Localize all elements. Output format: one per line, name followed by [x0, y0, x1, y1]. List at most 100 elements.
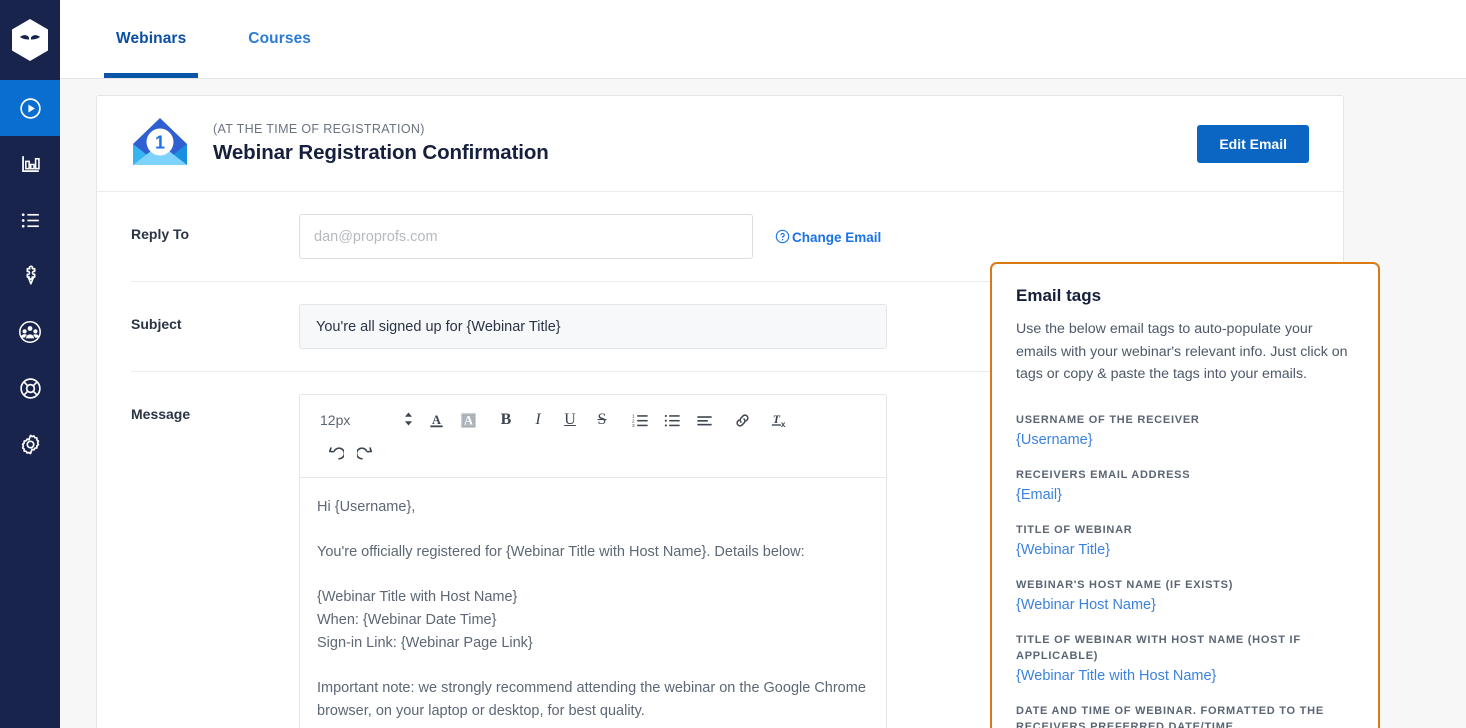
unordered-list-button[interactable]: [656, 405, 688, 435]
users-group-icon: [17, 319, 43, 345]
text-color-icon: A: [427, 411, 446, 430]
envelope-badge-icon-wrap: 1: [129, 110, 191, 177]
redo-icon: [357, 445, 376, 464]
sidebar-item-reports[interactable]: [0, 136, 60, 192]
reply-to-label: Reply To: [131, 214, 299, 242]
underline-icon: U: [564, 411, 576, 429]
tab-webinars-label: Webinars: [116, 30, 186, 48]
tab-courses[interactable]: Courses: [236, 0, 323, 78]
nav-tabs: Webinars Courses: [60, 0, 1466, 78]
tag-value-email[interactable]: {Email}: [1016, 487, 1354, 503]
main-content: 1 (AT THE TIME OF REGISTRATION) Webinar …: [60, 79, 1466, 728]
font-size-value: 12px: [320, 412, 350, 428]
tag-key: WEBINAR'S HOST NAME (IF EXISTS): [1016, 577, 1354, 593]
email-tags-title: Email tags: [1016, 286, 1354, 306]
proprofs-hexagon-logo-icon: [10, 18, 50, 62]
align-icon: [695, 411, 714, 430]
top-navigation-bar: Webinars Courses: [60, 0, 1466, 79]
tab-webinars[interactable]: Webinars: [104, 0, 198, 78]
message-details-block: {Webinar Title with Host Name} When: {We…: [317, 586, 869, 655]
link-icon: [733, 411, 752, 430]
highlight-color-icon: A: [459, 411, 478, 430]
message-note: Important note: we strongly recommend at…: [317, 677, 869, 723]
font-size-stepper-icon[interactable]: [403, 411, 414, 430]
tag-value-username[interactable]: {Username}: [1016, 432, 1354, 448]
list-icon: [18, 208, 43, 233]
bar-chart-icon: [18, 152, 43, 177]
puzzle-icon: [18, 264, 43, 289]
tag-group: RECEIVERS EMAIL ADDRESS {Email}: [1016, 467, 1354, 503]
svg-text:T: T: [773, 412, 781, 426]
clear-format-icon: T x: [770, 411, 790, 430]
editor-toolbar-row-2: [312, 439, 874, 469]
email-tags-panel: Email tags Use the below email tags to a…: [990, 262, 1380, 728]
sidebar-item-webinars[interactable]: [0, 80, 60, 136]
font-size-select[interactable]: 12px: [312, 411, 420, 430]
strikethrough-button[interactable]: S: [586, 405, 618, 435]
question-circle-icon: [775, 229, 790, 245]
bold-button[interactable]: B: [490, 405, 522, 435]
card-eyebrow: (AT THE TIME OF REGISTRATION): [213, 122, 1197, 136]
subject-label: Subject: [131, 304, 299, 332]
tag-group: TITLE OF WEBINAR {Webinar Title}: [1016, 522, 1354, 558]
editor-toolbar: 12px: [300, 395, 886, 478]
bold-icon: B: [501, 411, 512, 429]
message-intro: You're officially registered for {Webina…: [317, 541, 869, 564]
card-header-text: (AT THE TIME OF REGISTRATION) Webinar Re…: [213, 122, 1197, 165]
subject-input[interactable]: [299, 304, 887, 349]
unordered-list-icon: [663, 411, 682, 430]
app-root: Webinars Courses 1: [0, 0, 1466, 728]
ordered-list-button[interactable]: 1 2 3: [624, 405, 656, 435]
sidebar-item-settings[interactable]: [0, 416, 60, 472]
tab-courses-label: Courses: [248, 30, 311, 48]
tag-key: RECEIVERS EMAIL ADDRESS: [1016, 467, 1354, 483]
tag-value-webinar-host-name[interactable]: {Webinar Host Name}: [1016, 597, 1354, 613]
underline-button[interactable]: U: [554, 405, 586, 435]
app-logo[interactable]: [0, 0, 60, 80]
rich-text-editor: 12px: [299, 394, 887, 728]
play-circle-icon: [18, 96, 43, 121]
highlight-color-button[interactable]: A: [452, 405, 484, 435]
reply-to-field-wrap: Change Email: [299, 214, 1309, 259]
card-header: 1 (AT THE TIME OF REGISTRATION) Webinar …: [97, 96, 1343, 192]
tag-value-webinar-title[interactable]: {Webinar Title}: [1016, 542, 1354, 558]
sidebar-item-users[interactable]: [0, 304, 60, 360]
gear-icon: [18, 432, 43, 457]
lifebuoy-icon: [18, 376, 43, 401]
edit-email-button[interactable]: Edit Email: [1197, 125, 1309, 163]
italic-button[interactable]: I: [522, 405, 554, 435]
text-color-button[interactable]: A: [420, 405, 452, 435]
message-body-editable[interactable]: Hi {Username}, You're officially registe…: [300, 478, 886, 728]
sidebar-item-integrations[interactable]: [0, 248, 60, 304]
sidebar-item-library[interactable]: [0, 192, 60, 248]
tag-key: TITLE OF WEBINAR: [1016, 522, 1354, 538]
left-sidebar: [0, 0, 60, 728]
clear-format-button[interactable]: T x: [764, 405, 796, 435]
svg-text:3: 3: [631, 423, 634, 429]
tag-group: TITLE OF WEBINAR WITH HOST NAME (HOST IF…: [1016, 632, 1354, 684]
tag-value-webinar-title-with-host-name[interactable]: {Webinar Title with Host Name}: [1016, 668, 1354, 684]
message-label: Message: [131, 394, 299, 422]
strikethrough-icon: S: [598, 411, 607, 429]
align-button[interactable]: [688, 405, 720, 435]
message-detail-line-3: Sign-in Link: {Webinar Page Link}: [317, 632, 869, 655]
envelope-badge-number: 1: [155, 133, 165, 153]
email-tags-description: Use the below email tags to auto-populat…: [1016, 318, 1354, 386]
insert-link-button[interactable]: [726, 405, 758, 435]
change-email-label: Change Email: [792, 230, 881, 245]
reply-to-input[interactable]: [299, 214, 753, 259]
undo-button[interactable]: [318, 439, 350, 469]
sidebar-item-help[interactable]: [0, 360, 60, 416]
tag-key: DATE AND TIME OF WEBINAR. FORMATTED TO T…: [1016, 703, 1354, 728]
tag-key: TITLE OF WEBINAR WITH HOST NAME (HOST IF…: [1016, 632, 1354, 664]
change-email-link[interactable]: Change Email: [775, 229, 881, 245]
redo-button[interactable]: [350, 439, 382, 469]
envelope-icon: 1: [129, 110, 191, 172]
page-title: Webinar Registration Confirmation: [213, 141, 1197, 165]
message-detail-line-1: {Webinar Title with Host Name}: [317, 586, 869, 609]
tag-group: WEBINAR'S HOST NAME (IF EXISTS) {Webinar…: [1016, 577, 1354, 613]
tag-key: USERNAME OF THE RECEIVER: [1016, 412, 1354, 428]
message-detail-line-2: When: {Webinar Date Time}: [317, 609, 869, 632]
svg-text:A: A: [432, 412, 441, 426]
svg-text:A: A: [464, 413, 473, 427]
